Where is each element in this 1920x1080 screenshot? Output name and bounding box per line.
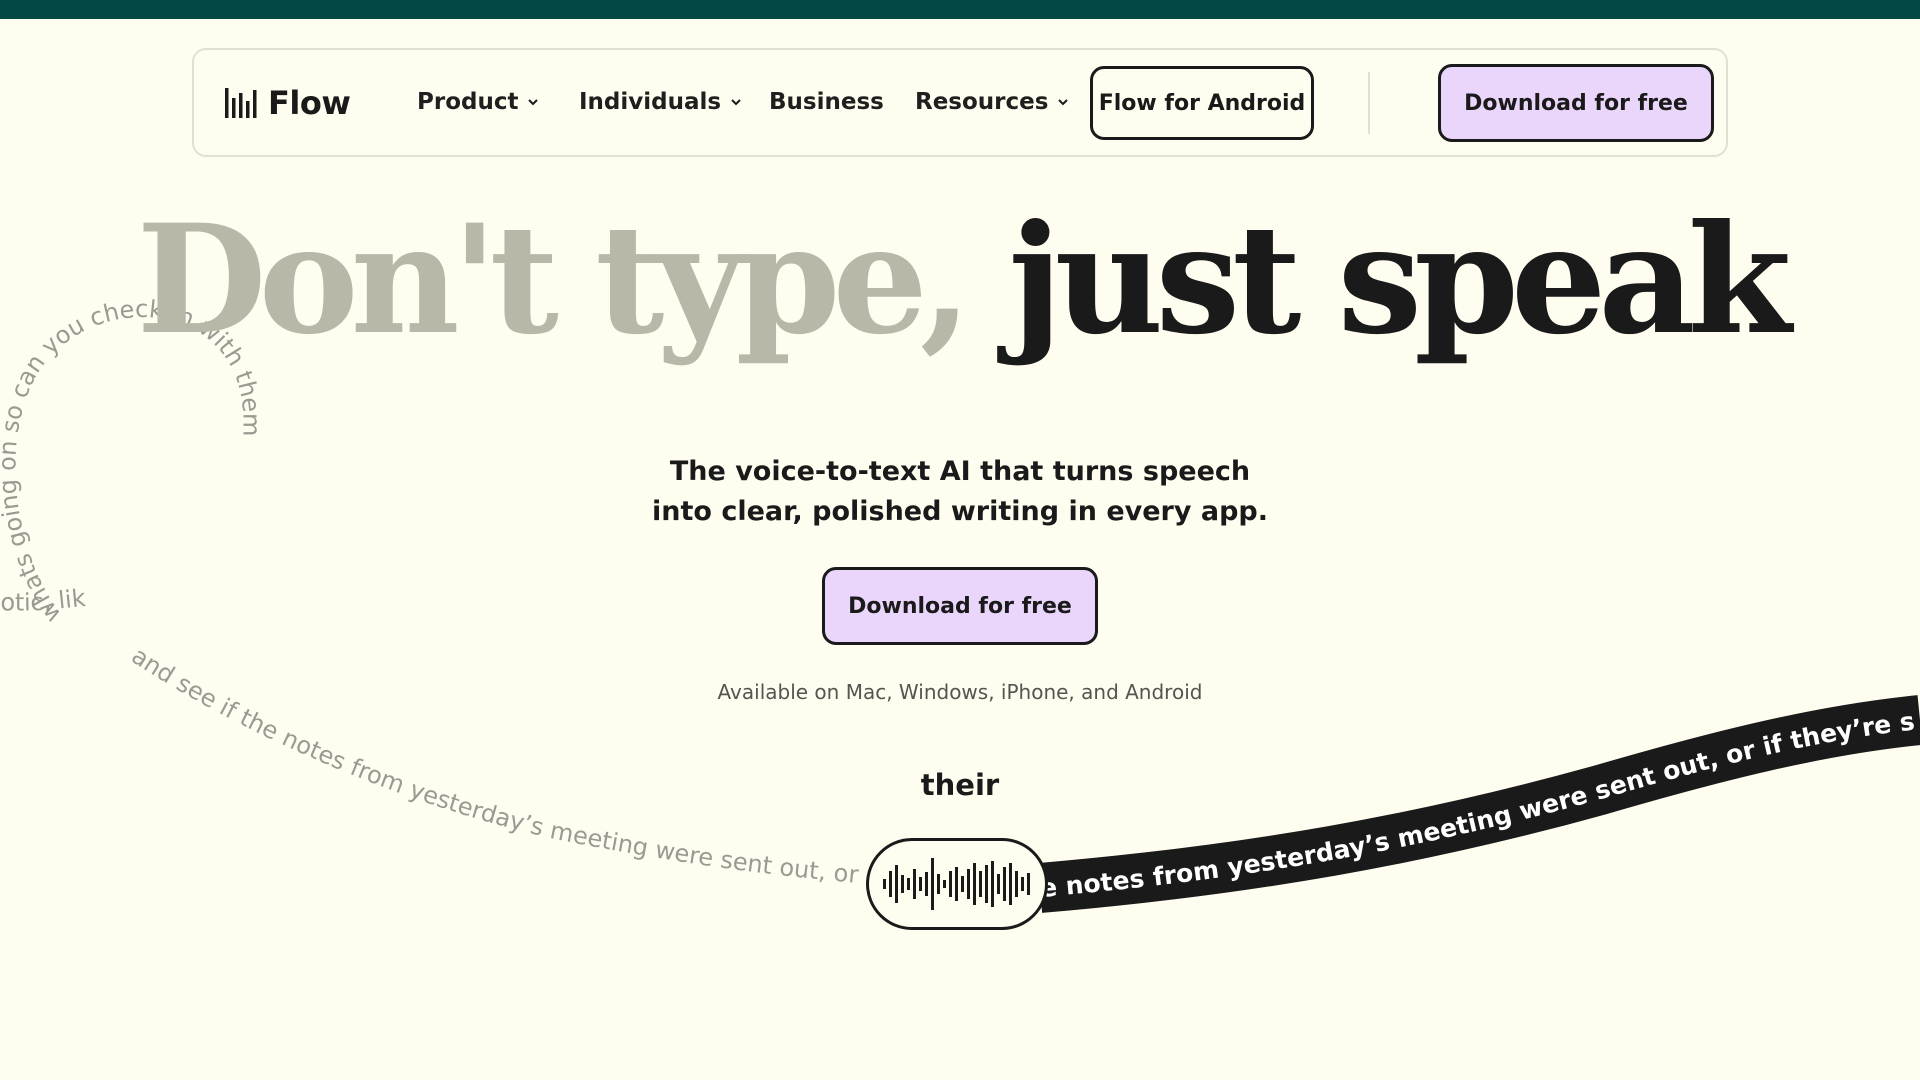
logo-text: Flow xyxy=(268,84,351,122)
nav-divider xyxy=(1368,72,1370,134)
svg-text:and see if the notes from yest: and see if the notes from yesterday’s me… xyxy=(127,642,860,889)
nav-label: Resources xyxy=(915,89,1049,115)
nav-download-button[interactable]: Download for free xyxy=(1438,64,1714,142)
hero-subtitle: The voice-to-text AI that turns speech i… xyxy=(560,452,1360,532)
current-word: their xyxy=(920,768,1000,802)
nav-label: Individuals xyxy=(579,89,722,115)
hero-title-dark: just speak xyxy=(1008,192,1791,368)
hero-title-light: Don't type, xyxy=(136,192,972,368)
flow-for-android-button[interactable]: Flow for Android xyxy=(1090,66,1314,140)
nav-item-individuals[interactable]: Individuals xyxy=(579,85,743,119)
availability-text: Available on Mac, Windows, iPhone, and A… xyxy=(717,680,1203,704)
nav-item-resources[interactable]: Resources xyxy=(915,85,1070,119)
main-navigation: Flow Product Individuals Business Resour… xyxy=(192,48,1728,157)
top-accent-bar xyxy=(0,0,1920,19)
subtitle-line-2: into clear, polished writing in every ap… xyxy=(651,496,1269,527)
logo[interactable]: Flow xyxy=(224,83,351,123)
hero-download-button[interactable]: Download for free xyxy=(822,567,1098,645)
chevron-down-icon xyxy=(731,99,741,106)
audio-waveform-icon xyxy=(883,858,1030,910)
voice-recording-pill[interactable] xyxy=(866,838,1048,930)
nav-label: Business xyxy=(769,89,884,115)
chevron-down-icon xyxy=(528,99,539,106)
chevron-down-icon xyxy=(1058,99,1069,106)
waveform-bars-icon xyxy=(225,88,257,118)
subtitle-line-1: The voice-to-text AI that turns speech xyxy=(669,456,1251,487)
trail-text: and see if the notes from yesterday’s me… xyxy=(127,642,860,889)
hero-title: Don't type, just speak xyxy=(0,205,1920,355)
nav-label: Product xyxy=(417,89,519,115)
ribbon-band xyxy=(1037,695,1920,913)
nav-item-business[interactable]: Business xyxy=(769,85,884,119)
nav-item-product[interactable]: Product xyxy=(417,85,540,119)
